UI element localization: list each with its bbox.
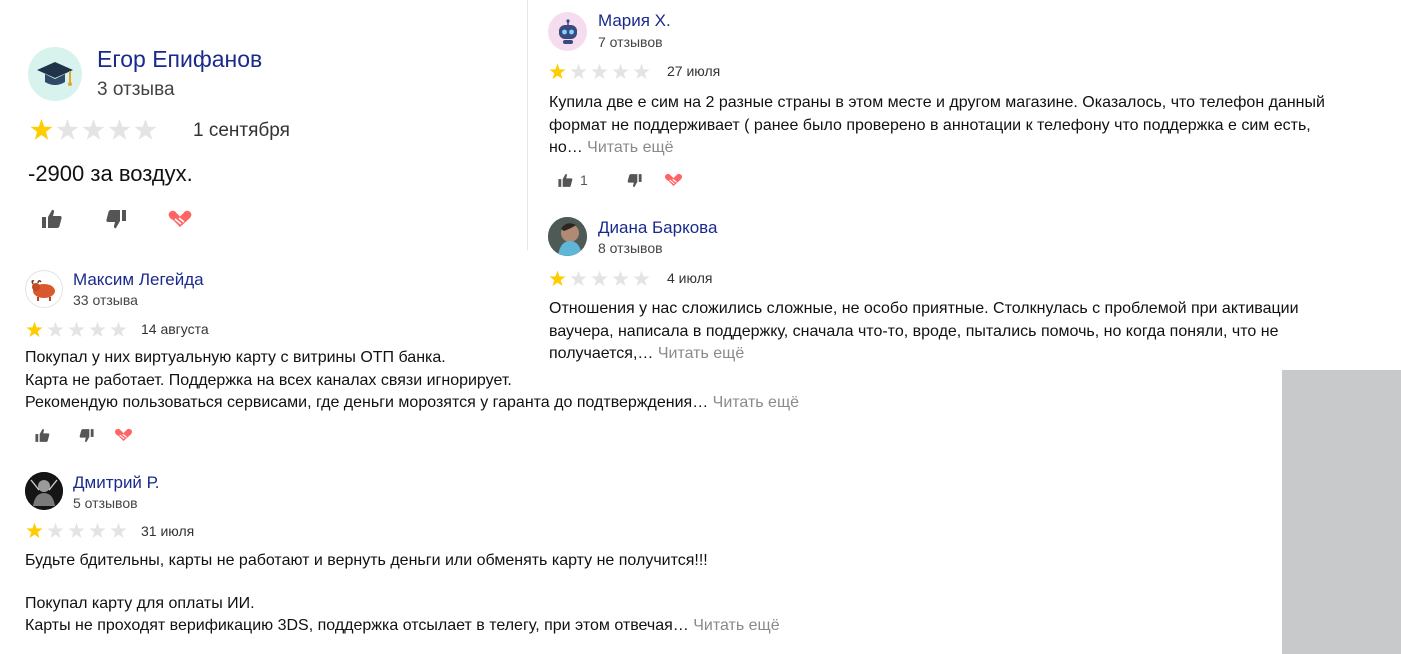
review-count: 7 отзывов: [598, 34, 663, 50]
star-filled-icon: [30, 118, 53, 140]
review-actions: [40, 207, 194, 231]
star-empty-icon: [570, 63, 587, 80]
review-date: 27 июля: [667, 63, 721, 79]
rating-stars: [30, 118, 157, 141]
read-more-link[interactable]: Читать ещё: [583, 139, 673, 156]
star-empty-icon: [89, 522, 106, 539]
rating-stars: [26, 321, 127, 338]
review-count: 5 отзывов: [73, 495, 138, 511]
reviewer-name[interactable]: Дмитрий Р.: [73, 473, 160, 493]
avatar[interactable]: [548, 217, 587, 256]
thanks-button[interactable]: [113, 426, 134, 444]
review-date: 1 сентября: [193, 120, 290, 141]
star-filled-icon: [549, 63, 566, 80]
star-empty-icon: [108, 118, 131, 140]
rating-stars: [549, 63, 650, 80]
star-filled-icon: [26, 321, 43, 338]
reviewer-name[interactable]: Егор Епифанов: [97, 46, 262, 73]
review-date: 31 июля: [141, 523, 195, 539]
thumbs-up-icon: [35, 428, 50, 442]
avatar[interactable]: [28, 47, 82, 101]
thumbs-down-icon: [627, 173, 642, 187]
graduation-cap-icon: [37, 62, 73, 86]
review-text-line: -2900 за воздух.: [28, 161, 193, 186]
star-empty-icon: [110, 321, 127, 338]
star-empty-icon: [89, 321, 106, 338]
robot-icon: [558, 18, 577, 44]
dislike-button[interactable]: [104, 207, 128, 231]
star-empty-icon: [56, 118, 79, 140]
review-card: Максим Легейда 33 отзыва 14 августа Поку…: [0, 262, 1282, 462]
reviewer-name[interactable]: Диана Баркова: [598, 218, 717, 238]
thumbs-down-icon: [106, 210, 126, 229]
star-empty-icon: [633, 63, 650, 80]
avatar[interactable]: [25, 472, 63, 510]
star-empty-icon: [47, 321, 64, 338]
rating-stars: [26, 522, 127, 539]
review-card: Мария Х. 7 отзывов 27 июля Купила две е …: [527, 0, 1401, 205]
read-more-link[interactable]: Читать ещё: [708, 394, 799, 411]
review-text-line: Покупал у них виртуальную карту с витрин…: [25, 349, 446, 366]
star-empty-icon: [110, 522, 127, 539]
thumbs-up-icon: [558, 173, 573, 187]
review-actions: 1: [557, 171, 684, 189]
review-text-line: но… Читать ещё: [549, 139, 674, 156]
avatar[interactable]: [548, 12, 587, 51]
review-text: Покупал у них виртуальную карту с витрин…: [25, 347, 799, 415]
review-actions: [34, 426, 134, 444]
review-text-line: [25, 572, 780, 594]
review-text-line: формат не поддерживает ( ранее было пров…: [549, 116, 1311, 134]
star-empty-icon: [134, 118, 157, 140]
like-count: 1: [580, 172, 588, 188]
review-text-line: Рекомендую пользоваться сервисами, где д…: [25, 394, 800, 411]
handshake-heart-icon: [168, 210, 192, 227]
review-count: 33 отзыва: [73, 292, 138, 308]
star-empty-icon: [612, 63, 629, 80]
review-text: Купила две е сим на 2 разные страны в эт…: [549, 92, 1325, 160]
handshake-heart-icon: [664, 173, 682, 186]
read-more-link[interactable]: Читать ещё: [689, 617, 779, 634]
star-empty-icon: [68, 522, 85, 539]
reviewer-name[interactable]: Мария Х.: [598, 11, 671, 31]
star-empty-icon: [68, 321, 85, 338]
review-text: -2900 за воздух.: [28, 160, 193, 188]
like-button[interactable]: [34, 427, 51, 444]
user-photo-icon: [548, 217, 587, 256]
star-empty-icon: [591, 63, 608, 80]
yak-icon: [31, 279, 55, 301]
review-count: 8 отзывов: [598, 240, 663, 256]
star-empty-icon: [47, 522, 64, 539]
avatar[interactable]: [25, 270, 63, 308]
like-button[interactable]: 1: [557, 172, 588, 189]
review-date: 14 августа: [141, 321, 209, 337]
review-text-line: Покупал карту для оплаты ИИ.: [25, 595, 255, 612]
star-filled-icon: [26, 522, 43, 539]
thanks-button[interactable]: [663, 171, 684, 189]
dislike-button[interactable]: [78, 427, 95, 444]
dislike-button[interactable]: [626, 172, 643, 189]
review-text: Будьте бдительны, карты не работают и ве…: [25, 550, 780, 636]
thanks-button[interactable]: [166, 207, 194, 231]
review-card: Егор Епифанов 3 отзыва 1 сентября -2900 …: [0, 0, 527, 250]
thumbs-down-icon: [79, 428, 94, 442]
thumbs-up-icon: [42, 209, 62, 228]
user-photo-icon: [25, 472, 63, 510]
review-text-line: Купила две е сим на 2 разные страны в эт…: [549, 94, 1325, 111]
review-text-line: Карта не работает. Поддержка на всех кан…: [25, 371, 512, 389]
handshake-heart-icon: [114, 428, 133, 441]
reviewer-name[interactable]: Максим Легейда: [73, 270, 204, 290]
star-empty-icon: [82, 118, 105, 140]
review-text-line: Карты не проходят верификацию 3DS, подде…: [25, 616, 780, 634]
review-card: Дмитрий Р. 5 отзывов 31 июля Будьте бдит…: [0, 465, 1282, 654]
review-count: 3 отзыва: [97, 79, 175, 100]
like-button[interactable]: [40, 207, 64, 231]
review-text-line: Будьте бдительны, карты не работают и ве…: [25, 552, 708, 569]
